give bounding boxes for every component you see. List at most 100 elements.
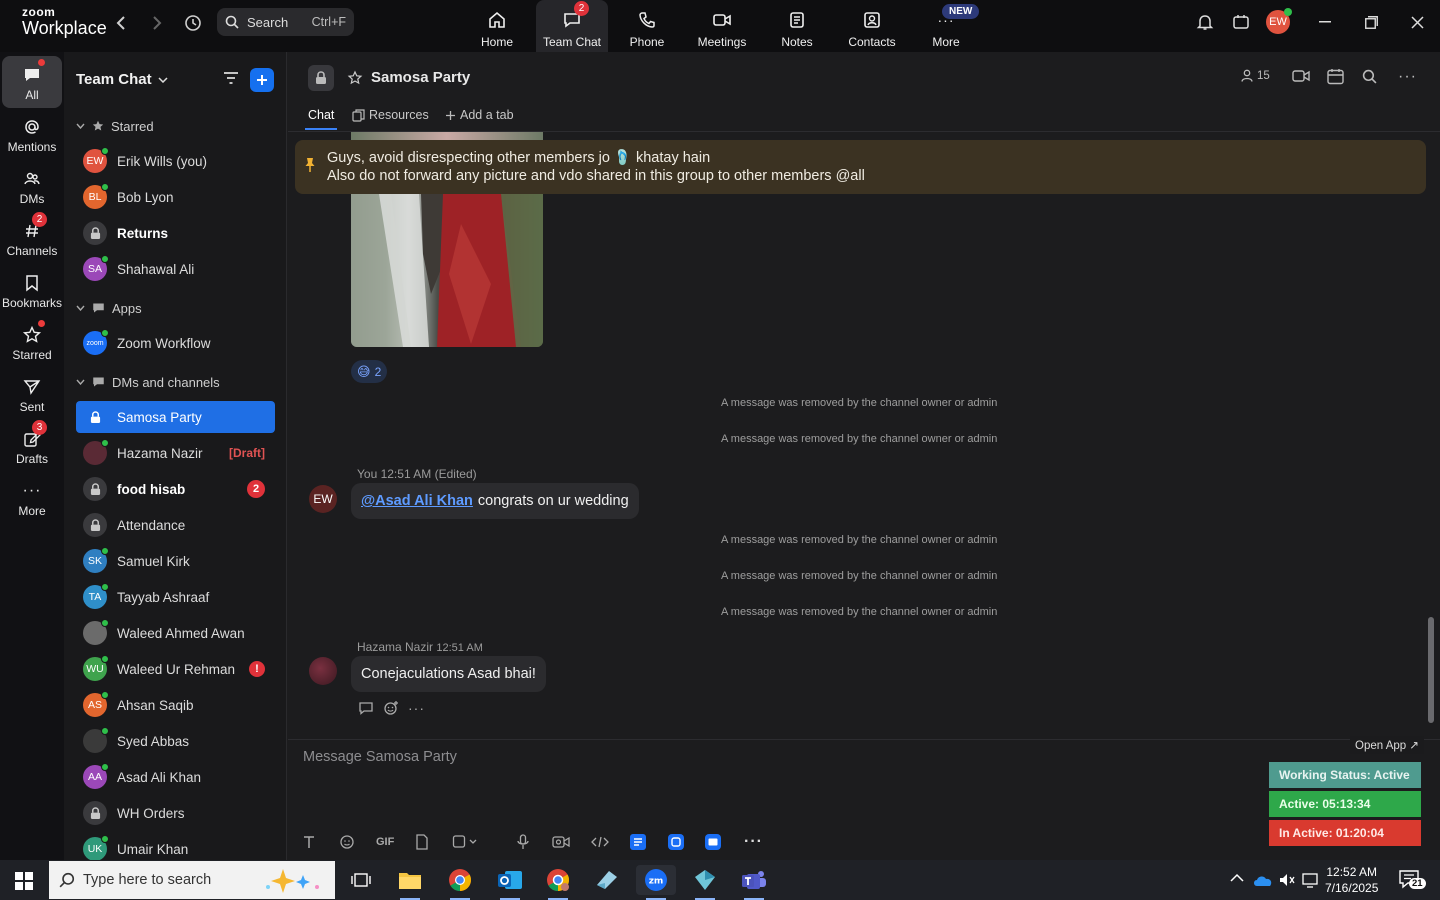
app-whiteboard-icon[interactable] xyxy=(705,832,721,852)
message-avatar[interactable]: EW xyxy=(309,485,337,513)
chat-list-item[interactable]: AA Asad Ali Khan xyxy=(76,761,275,793)
add-reaction-icon[interactable] xyxy=(383,700,399,716)
chat-list-item[interactable]: Samosa Party xyxy=(76,401,275,433)
chevron-up-icon[interactable] xyxy=(1230,873,1244,883)
close-icon[interactable] xyxy=(1402,10,1432,34)
chat-list-item[interactable]: WH Orders xyxy=(76,797,275,829)
gif-icon[interactable]: GIF xyxy=(376,832,394,852)
sidebar-title[interactable]: Team Chat xyxy=(76,71,168,88)
outlook-icon[interactable] xyxy=(490,865,530,900)
mention-link[interactable]: @Asad Ali Khan xyxy=(361,493,473,509)
chat-list-item[interactable]: EW Erik Wills (you) xyxy=(76,145,275,177)
message-bubble[interactable]: @Asad Ali Khan congrats on ur wedding xyxy=(351,483,639,519)
onedrive-icon[interactable] xyxy=(1253,873,1273,887)
nav-contacts[interactable]: Contacts xyxy=(836,0,908,52)
section-dms[interactable]: DMs and channels xyxy=(76,372,220,392)
rail-bookmarks[interactable]: Bookmarks xyxy=(2,264,62,316)
channel-title[interactable]: Samosa Party xyxy=(371,69,470,86)
rail-more[interactable]: ··· More xyxy=(2,472,62,524)
chat-list-item[interactable]: WU Waleed Ur Rehman! xyxy=(76,653,275,685)
app-docs-icon[interactable] xyxy=(630,832,646,852)
chat-list-item[interactable]: Waleed Ahmed Awan xyxy=(76,617,275,649)
tab-chat[interactable]: Chat xyxy=(308,108,334,122)
back-arrow-icon[interactable] xyxy=(110,12,132,34)
chat-list-item[interactable]: AS Ahsan Saqib xyxy=(76,689,275,721)
whiteboard-icon[interactable] xyxy=(1226,10,1256,34)
profile-avatar[interactable]: EW xyxy=(1266,8,1292,34)
pinned-message[interactable]: Guys, avoid disrespecting other members … xyxy=(295,140,1426,194)
rail-mentions[interactable]: Mentions xyxy=(2,108,62,160)
message-input[interactable]: Message Samosa Party xyxy=(303,749,457,765)
add-tab-button[interactable]: Add a tab xyxy=(445,108,514,122)
chat-list-item[interactable]: Attendance xyxy=(76,509,275,541)
history-icon[interactable] xyxy=(182,12,204,34)
open-app-button[interactable]: Open App ↗ xyxy=(1350,736,1424,754)
file-explorer-icon[interactable] xyxy=(390,865,430,900)
network-icon[interactable] xyxy=(1302,872,1320,888)
chat-list-item[interactable]: Hazama Nazir [Draft] xyxy=(76,437,275,469)
app-clips-icon[interactable] xyxy=(668,832,684,852)
nav-notes[interactable]: Notes xyxy=(761,0,833,52)
chat-list-item[interactable]: Syed Abbas xyxy=(76,725,275,757)
members-button[interactable]: 15 xyxy=(1241,69,1270,82)
more-tools-icon[interactable]: ··· xyxy=(744,832,763,852)
nav-home[interactable]: Home xyxy=(461,0,533,52)
message-more-icon[interactable]: ··· xyxy=(408,700,425,716)
volume-icon[interactable] xyxy=(1278,872,1296,888)
chat-list-item[interactable]: TA Tayyab Ashraaf xyxy=(76,581,275,613)
reply-icon[interactable] xyxy=(358,701,374,715)
nav-phone[interactable]: Phone xyxy=(611,0,683,52)
more-options-icon[interactable]: ··· xyxy=(1398,68,1417,86)
chat-list-item[interactable]: SA Shahawal Ali xyxy=(76,253,275,285)
windows-start-icon[interactable] xyxy=(15,872,33,890)
chat-list-item[interactable]: Returns xyxy=(76,217,275,249)
calendar-icon[interactable] xyxy=(1327,68,1344,85)
emoji-icon[interactable] xyxy=(339,832,355,852)
chat-list-item[interactable]: SK Samuel Kirk xyxy=(76,545,275,577)
chrome-profile-icon[interactable] xyxy=(538,865,578,900)
nav-meetings[interactable]: Meetings xyxy=(686,0,758,52)
minimize-icon[interactable] xyxy=(1310,10,1340,34)
microphone-icon[interactable] xyxy=(516,832,530,852)
chrome-icon[interactable] xyxy=(440,865,480,900)
rail-drafts[interactable]: 3 Drafts xyxy=(2,420,62,472)
shared-photo[interactable] xyxy=(351,194,543,347)
filter-icon[interactable] xyxy=(222,69,240,87)
system-clock[interactable]: 12:52 AM 7/16/2025 xyxy=(1325,864,1378,896)
forward-arrow-icon[interactable] xyxy=(146,12,168,34)
chat-list-item[interactable]: UK Umair Khan xyxy=(76,833,275,860)
section-starred[interactable]: Starred xyxy=(76,116,154,136)
file-icon[interactable] xyxy=(415,832,429,852)
notification-center-icon[interactable]: 21 xyxy=(1398,869,1426,889)
rail-sent[interactable]: Sent xyxy=(2,368,62,420)
reaction-chip[interactable]: 😅 2 xyxy=(351,360,388,383)
text-format-icon[interactable] xyxy=(302,832,316,852)
app-diamond-icon[interactable] xyxy=(685,865,725,900)
chat-list-item[interactable]: BL Bob Lyon xyxy=(76,181,275,213)
scrollbar-thumb[interactable] xyxy=(1428,617,1434,723)
chat-list-item[interactable]: food hisab 2 xyxy=(76,473,275,505)
task-view-icon[interactable] xyxy=(341,865,381,895)
video-call-icon[interactable] xyxy=(1292,69,1310,83)
message-bubble[interactable]: Conejaculations Asad bhai! xyxy=(351,656,546,692)
message-avatar[interactable] xyxy=(309,657,337,685)
rail-channels[interactable]: 2 Channels xyxy=(2,212,62,264)
teams-icon[interactable] xyxy=(734,865,774,900)
search-box[interactable]: Search Ctrl+F xyxy=(217,8,354,36)
rail-starred[interactable]: Starred xyxy=(2,316,62,368)
zoom-app-icon[interactable]: zm xyxy=(636,865,676,900)
code-snippet-icon[interactable] xyxy=(591,832,609,852)
search-icon[interactable] xyxy=(1362,69,1377,84)
taskbar-search[interactable]: Type here to search xyxy=(49,861,335,899)
tab-resources[interactable]: Resources xyxy=(352,108,429,122)
new-chat-button[interactable] xyxy=(250,68,274,92)
chat-list-item[interactable]: zoom Zoom Workflow xyxy=(76,327,275,359)
screenshot-icon[interactable] xyxy=(452,832,478,852)
rail-all[interactable]: All xyxy=(2,56,62,108)
remote-desktop-icon[interactable] xyxy=(587,865,627,895)
bell-icon[interactable] xyxy=(1190,10,1220,34)
nav-team-chat[interactable]: 2 Team Chat xyxy=(536,0,608,52)
video-message-icon[interactable] xyxy=(552,832,570,852)
rail-dms[interactable]: DMs xyxy=(2,160,62,212)
restore-icon[interactable] xyxy=(1356,10,1386,34)
